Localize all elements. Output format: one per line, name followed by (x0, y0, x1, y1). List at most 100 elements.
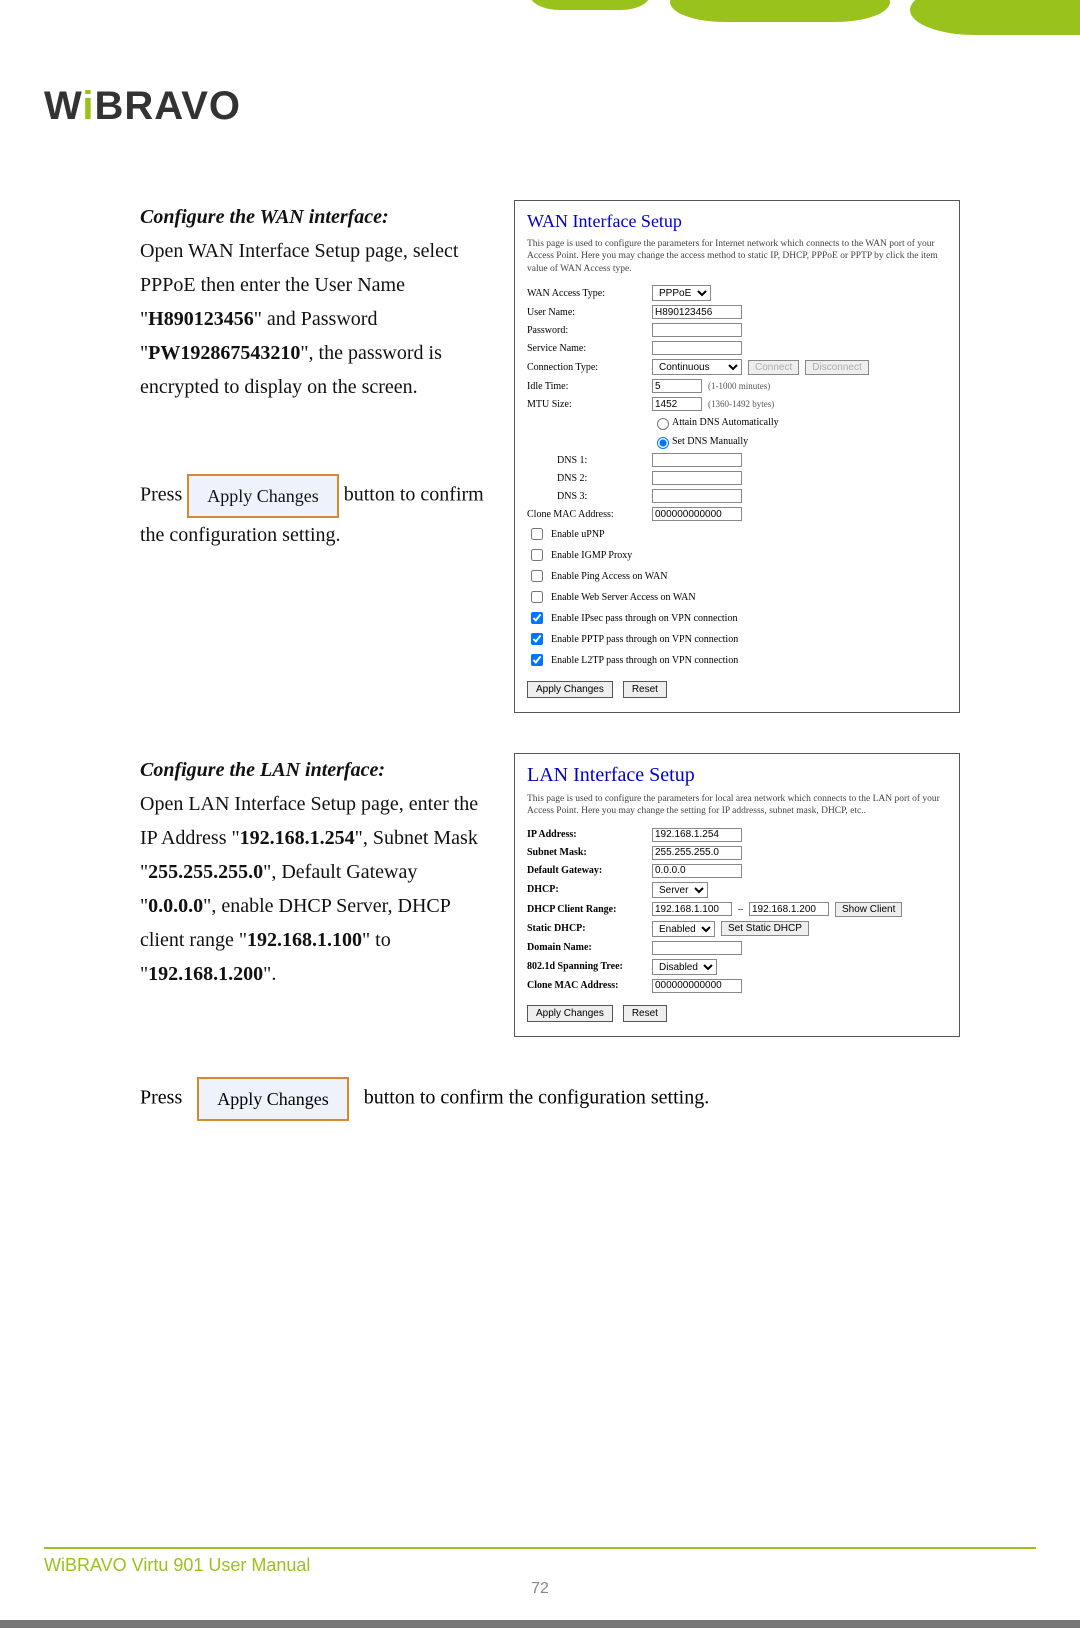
label: Idle Time: (527, 381, 652, 392)
lan-reset-button[interactable]: Reset (623, 1005, 667, 1022)
lan-range-start-input[interactable] (652, 902, 732, 916)
set-static-dhcp-button[interactable]: Set Static DHCP (721, 921, 809, 936)
lan-screenshot: LAN Interface Setup This page is used to… (514, 753, 960, 1037)
label: IP Address: (527, 829, 652, 840)
label: Set DNS Manually (672, 436, 748, 447)
wan-check-row: Enable IGMP Proxy (527, 546, 947, 564)
label: User Name: (527, 307, 652, 318)
wan-check-2[interactable] (531, 570, 543, 582)
wan-apply-button[interactable]: Apply Changes (527, 681, 613, 698)
lan-gw-input[interactable] (652, 864, 742, 878)
hint: (1-1000 minutes) (708, 381, 770, 391)
wan-idle-input[interactable] (652, 379, 702, 393)
lan-domain-input[interactable] (652, 941, 742, 955)
label: DHCP: (527, 884, 652, 895)
label: MTU Size: (527, 399, 652, 410)
wan-check-6[interactable] (531, 654, 543, 666)
label: Connection Type: (527, 362, 652, 373)
label: 802.1d Spanning Tree: (527, 961, 652, 972)
label: Attain DNS Automatically (672, 417, 779, 428)
wan-check-row: Enable uPNP (527, 525, 947, 543)
wan-check-4[interactable] (531, 612, 543, 624)
mask-value: 255.255.255.0 (148, 861, 263, 883)
label: DNS 3: (557, 491, 652, 502)
wan-check-label: Enable Web Server Access on WAN (551, 592, 696, 603)
lan-ss-title: LAN Interface Setup (527, 764, 947, 787)
wan-mtu-input[interactable] (652, 397, 702, 411)
wan-check-1[interactable] (531, 549, 543, 561)
wan-screenshot: WAN Interface Setup This page is used to… (514, 200, 960, 713)
lan-press-line: Press Apply Changes button to confirm th… (140, 1077, 960, 1121)
dns-manual-radio[interactable] (657, 437, 669, 449)
username-value: H890123456 (148, 308, 254, 330)
label: Static DHCP: (527, 923, 652, 934)
wan-conn-type-select[interactable]: Continuous (652, 359, 742, 375)
password-value: PW192867543210 (148, 342, 300, 364)
wan-mac-input[interactable] (652, 507, 742, 521)
dns2-input[interactable] (652, 471, 742, 485)
wan-check-label: Enable IPsec pass through on VPN connect… (551, 613, 737, 624)
wan-ss-desc: This page is used to configure the param… (527, 238, 947, 275)
label: DNS 2: (557, 473, 652, 484)
show-client-button[interactable]: Show Client (835, 902, 902, 917)
gw-value: 0.0.0.0 (148, 895, 203, 917)
lan-mask-input[interactable] (652, 846, 742, 860)
label: DNS 1: (557, 455, 652, 466)
dns-auto-radio[interactable] (657, 418, 669, 430)
dns3-input[interactable] (652, 489, 742, 503)
text: ". (263, 963, 276, 985)
connect-button[interactable]: Connect (748, 360, 799, 375)
range-separator: – (732, 904, 749, 915)
text: Press (140, 1086, 182, 1108)
wan-username-input[interactable] (652, 305, 742, 319)
lan-mac-input[interactable] (652, 979, 742, 993)
wan-check-0[interactable] (531, 528, 543, 540)
label: Clone MAC Address: (527, 980, 652, 991)
label: Clone MAC Address: (527, 509, 652, 520)
dns1-input[interactable] (652, 453, 742, 467)
wan-access-type-select[interactable]: PPPoE (652, 285, 711, 301)
label: Domain Name: (527, 942, 652, 953)
logo-part: i (82, 84, 94, 128)
bottom-bar (0, 1620, 1080, 1628)
footer-divider (44, 1547, 1036, 1549)
lan-span-select[interactable]: Disabled (652, 959, 717, 975)
page-footer: WiBRAVO Virtu 901 User Manual 72 (44, 1547, 1036, 1598)
lan-apply-button[interactable]: Apply Changes (527, 1005, 613, 1022)
label: WAN Access Type: (527, 288, 652, 299)
wan-reset-button[interactable]: Reset (623, 681, 667, 698)
lan-instruction-text: Configure the LAN interface: Open LAN In… (140, 753, 490, 1037)
text: Press (140, 484, 182, 506)
footer-text: WiBRAVO Virtu 901 User Manual (44, 1555, 1036, 1576)
label: DHCP Client Range: (527, 904, 652, 915)
wan-password-input[interactable] (652, 323, 742, 337)
lan-ip-input[interactable] (652, 828, 742, 842)
wan-check-row: Enable PPTP pass through on VPN connecti… (527, 630, 947, 648)
wan-check-row: Enable IPsec pass through on VPN connect… (527, 609, 947, 627)
label: Service Name: (527, 343, 652, 354)
lan-range-end-input[interactable] (749, 902, 829, 916)
lan-dhcp-select[interactable]: Server (652, 882, 708, 898)
wan-check-5[interactable] (531, 633, 543, 645)
wan-check-row: Enable Web Server Access on WAN (527, 588, 947, 606)
apply-changes-button-image: Apply Changes (187, 474, 339, 518)
wan-check-label: Enable uPNP (551, 529, 605, 540)
apply-changes-button-image: Apply Changes (197, 1077, 349, 1121)
range-start: 192.168.1.100 (247, 929, 362, 951)
lan-static-select[interactable]: Enabled (652, 921, 715, 937)
header-banner (0, 0, 1080, 30)
lan-ss-desc: This page is used to configure the param… (527, 793, 947, 818)
logo-part: W (44, 84, 82, 128)
wan-instruction-text: Configure the WAN interface: Open WAN In… (140, 200, 490, 713)
wan-check-label: Enable PPTP pass through on VPN connecti… (551, 634, 738, 645)
wan-service-input[interactable] (652, 341, 742, 355)
text: button to confirm the configuration sett… (364, 1086, 710, 1108)
wan-check-3[interactable] (531, 591, 543, 603)
label: Subnet Mask: (527, 847, 652, 858)
hint: (1360-1492 bytes) (708, 399, 774, 409)
wan-check-label: Enable Ping Access on WAN (551, 571, 667, 582)
ip-value: 192.168.1.254 (240, 827, 355, 849)
disconnect-button[interactable]: Disconnect (805, 360, 868, 375)
heading-wan: Configure the WAN interface: (140, 200, 490, 234)
logo-part: BRAVO (95, 84, 241, 128)
